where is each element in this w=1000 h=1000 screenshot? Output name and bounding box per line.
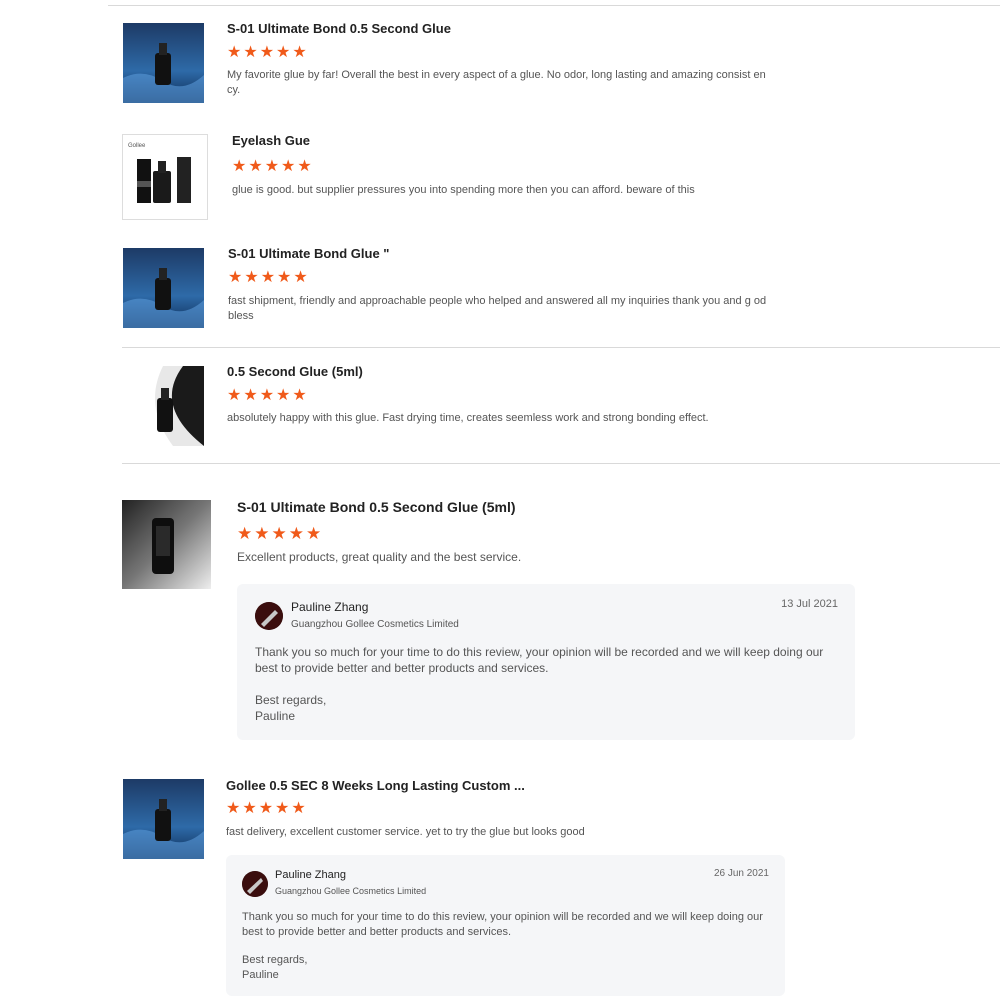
star-rating: ★ ★ ★ ★ ★ <box>228 270 308 286</box>
star-icon: ★ <box>306 524 322 543</box>
star-icon: ★ <box>292 44 307 61</box>
seller-reply: Pauline Zhang Guangzhou Gollee Cosmetics… <box>226 855 785 996</box>
star-rating: ★ ★ ★ ★ ★ <box>237 525 321 542</box>
reply-message: Thank you so much for your time to do th… <box>255 644 845 724</box>
divider <box>122 347 1000 348</box>
product-thumbnail[interactable] <box>123 366 204 446</box>
star-icon: ★ <box>258 800 274 817</box>
reply-date: 26 Jun 2021 <box>713 868 769 879</box>
reply-author-name: Pauline Zhang <box>291 600 369 614</box>
product-thumbnail[interactable] <box>123 248 204 328</box>
review-text: glue is good. but supplier pressures you… <box>232 184 695 196</box>
star-icon: ★ <box>237 524 253 543</box>
star-icon: ★ <box>276 387 291 404</box>
star-icon: ★ <box>242 800 257 817</box>
star-icon: ★ <box>277 269 292 286</box>
star-icon: ★ <box>227 387 242 404</box>
star-icon: ★ <box>243 387 258 404</box>
star-icon: ★ <box>232 158 247 175</box>
reply-date: 13 Jul 2021 <box>781 598 838 610</box>
star-icon: ★ <box>276 44 291 61</box>
review-product-title[interactable]: Gollee 0.5 SEC 8 Weeks Long Lasting Cust… <box>226 778 525 793</box>
reply-closing: Best regards, <box>255 693 327 707</box>
star-rating: ★ ★ ★ ★ ★ <box>227 45 307 61</box>
reply-signature: Pauline <box>255 709 296 723</box>
reply-author-name: Pauline Zhang <box>275 869 346 881</box>
product-thumbnail[interactable] <box>123 779 204 859</box>
star-icon: ★ <box>228 269 243 286</box>
review-text: fast delivery, excellent customer servic… <box>226 826 585 838</box>
review-text: Excellent products, great quality and th… <box>237 550 522 564</box>
star-icon: ★ <box>281 158 296 175</box>
divider <box>122 463 1000 464</box>
star-icon: ★ <box>291 800 306 817</box>
star-rating: ★ ★ ★ ★ ★ <box>232 159 312 175</box>
star-icon: ★ <box>292 387 307 404</box>
review-product-title[interactable]: S-01 Ultimate Bond 0.5 Second Glue (5ml) <box>237 499 516 515</box>
reply-company: Guangzhou Gollee Cosmetics Limited <box>291 619 459 630</box>
reply-signature: Pauline <box>242 968 279 981</box>
star-icon: ★ <box>260 269 276 286</box>
star-icon: ★ <box>297 158 312 175</box>
star-icon: ★ <box>227 44 242 61</box>
star-icon: ★ <box>248 158 263 175</box>
divider <box>108 5 1000 6</box>
star-icon: ★ <box>271 524 287 543</box>
star-icon: ★ <box>288 524 304 543</box>
star-icon: ★ <box>254 524 270 543</box>
review-product-title[interactable]: S-01 Ultimate Bond 0.5 Second Glue <box>227 21 451 36</box>
star-rating: ★ ★ ★ ★ ★ <box>227 388 307 404</box>
star-icon: ★ <box>264 158 280 175</box>
star-icon: ★ <box>243 44 258 61</box>
product-thumbnail[interactable] <box>123 23 204 103</box>
star-icon: ★ <box>259 44 275 61</box>
avatar <box>242 871 268 897</box>
product-thumbnail[interactable] <box>122 500 211 589</box>
review-product-title[interactable]: S-01 Ultimate Bond Glue " <box>228 246 389 261</box>
review-product-title[interactable]: 0.5 Second Glue (5ml) <box>227 364 363 379</box>
reply-message: Thank you so much for your time to do th… <box>242 910 777 982</box>
star-rating: ★ ★ ★ ★ ★ <box>226 801 306 817</box>
review-text: My favorite glue by far! Overall the bes… <box>227 69 766 96</box>
reply-body: Thank you so much for your time to do th… <box>255 645 824 675</box>
star-icon: ★ <box>275 800 290 817</box>
brand-logo: Gollee <box>128 143 146 149</box>
reply-body: Thank you so much for your time to do th… <box>242 911 763 938</box>
review-product-title[interactable]: Eyelash Gue <box>232 133 310 148</box>
star-icon: ★ <box>244 269 259 286</box>
star-icon: ★ <box>259 387 275 404</box>
reply-closing: Best regards, <box>242 954 308 966</box>
product-thumbnail[interactable]: Gollee <box>122 134 208 220</box>
star-icon: ★ <box>226 800 241 817</box>
seller-reply: Pauline Zhang Guangzhou Gollee Cosmetics… <box>237 584 855 740</box>
review-text: absolutely happy with this glue. Fast dr… <box>227 412 709 424</box>
star-icon: ★ <box>293 269 308 286</box>
avatar <box>255 602 283 630</box>
reply-company: Guangzhou Gollee Cosmetics Limited <box>275 886 427 896</box>
review-text: fast shipment, friendly and approachable… <box>228 295 767 322</box>
